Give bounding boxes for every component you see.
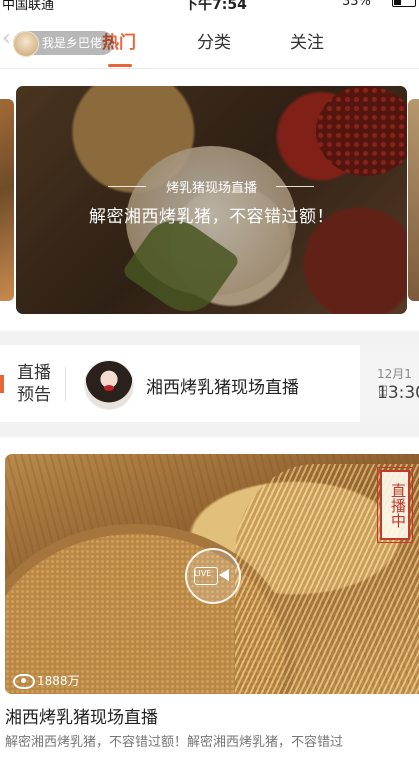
live-notice-row[interactable]: 直播 预告 湘西烤乳猪现场直播 12月1日 13:30 [0,345,419,422]
banner-subtitle: 烤乳猪现场直播 [165,181,257,196]
live-card-title: 湘西烤乳猪现场直播 [5,708,158,728]
status-bar: 中国联通 ◠ 下午7:54 33% [0,0,419,13]
live-status-badge: 直播中 [377,467,413,543]
notice-accent-bar [0,375,4,393]
host-chip[interactable]: 我是乡巴佬 [13,31,115,57]
notice-time: 13:30 [377,383,419,403]
active-tab-indicator [108,64,132,67]
view-count-value: 1888万 [37,674,80,688]
notice-tag-line1: 直播 [17,363,51,383]
host-name: 我是乡巴佬 [42,36,103,50]
live-card-description: 解密湘西烤乳猪，不容错过额！解密湘西烤乳猪，不容错过 [5,735,344,750]
live-icon-label: LIVE [194,569,212,578]
battery-icon [392,0,416,7]
banner-title: 解密湘西烤乳猪，不容错过额！ [89,207,334,227]
eye-icon [13,674,35,689]
live-play-button[interactable]: LIVE [185,548,241,604]
battery-percent: 33% [342,0,371,9]
banner-carousel[interactable]: 烤乳猪现场直播 解密湘西烤乳猪，不容错过额！ [0,69,419,331]
notice-title: 湘西烤乳猪现场直播 [146,378,299,398]
notice-tag: 直播 预告 [17,362,57,406]
banner-slide[interactable]: 烤乳猪现场直播 解密湘西烤乳猪，不容错过额！ [16,86,407,314]
live-card[interactable]: 湘西烤乳猪现场直播 解密湘西烤乳猪，不容错过额！解密湘西烤乳猪，不容错过 [0,437,419,771]
tab-category[interactable]: 分类 [197,28,231,53]
tab-follow[interactable]: 关注 [290,28,324,53]
banner-prev-slide[interactable] [0,99,14,301]
notice-divider [65,367,66,401]
notice-tag-line2: 预告 [17,385,51,405]
host-avatar[interactable] [84,360,134,410]
host-chip-avatar [13,31,39,57]
banner-next-slide[interactable] [408,99,419,301]
wifi-icon: ◠ [88,0,98,6]
